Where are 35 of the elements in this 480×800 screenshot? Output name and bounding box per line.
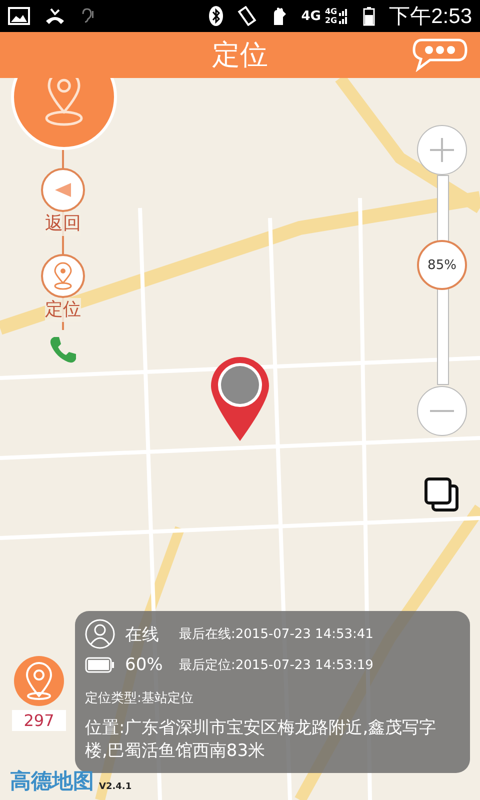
- last-online-time: 最后在线:2015-07-23 14:53:41: [179, 626, 374, 643]
- phone-icon: [48, 335, 78, 365]
- person-icon: [85, 619, 115, 649]
- missed-call-icon: [44, 7, 66, 25]
- plus-icon: [429, 137, 455, 163]
- battery-icon: [85, 657, 115, 673]
- battery-icon: [363, 6, 376, 26]
- location-pin-icon: [52, 262, 74, 290]
- button-label: 返回: [45, 212, 81, 236]
- version-label: V2.4.1: [99, 782, 132, 794]
- hearing-icon: [80, 8, 94, 24]
- minus-icon: [429, 409, 455, 413]
- zoom-reading: 85%: [428, 258, 456, 273]
- last-located-time: 最后定位:2015-07-23 14:53:19: [179, 657, 374, 674]
- location-pin-icon[interactable]: [14, 656, 64, 706]
- chat-bubble-icon[interactable]: [412, 38, 468, 72]
- image-icon: [8, 7, 30, 25]
- screen-rotation-icon: [237, 6, 258, 26]
- location-type: 定位类型:基站定位: [85, 690, 194, 707]
- counter-label: 297: [12, 710, 66, 731]
- bluetooth-icon: [209, 6, 224, 26]
- clock: 下午2:53: [389, 4, 472, 30]
- battery-percentage: 60%: [125, 655, 164, 675]
- address-text: 位置:广东省深圳市宝安区梅龙路附近,鑫茂写字楼,巴蜀活鱼馆西南83米: [85, 717, 438, 763]
- page-title: 定位: [212, 37, 268, 73]
- network-type: 4G: [301, 8, 321, 24]
- map-logo: 高德地图: [10, 768, 94, 795]
- triangle-left-icon: [54, 182, 72, 198]
- network-type: 4G: [324, 7, 338, 16]
- online-status: 在线: [125, 624, 160, 646]
- network-type: 2G: [324, 16, 338, 25]
- layers-icon[interactable]: [423, 476, 461, 514]
- zoom-slider[interactable]: 85%: [417, 175, 467, 385]
- button-label: 定位: [45, 298, 81, 322]
- signal-icon: [339, 8, 350, 24]
